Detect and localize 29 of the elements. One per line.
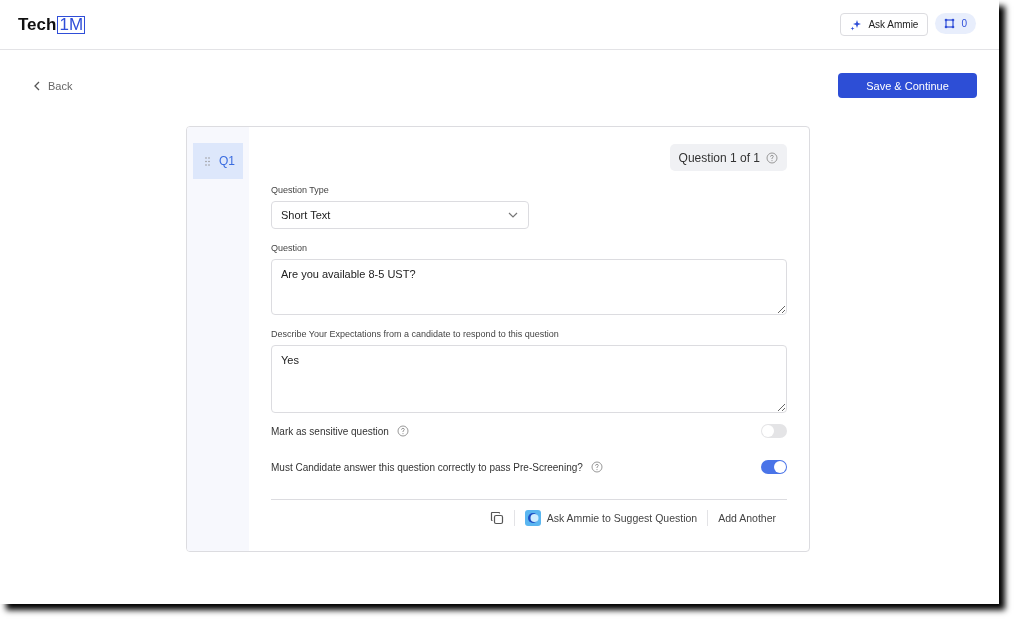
help-icon[interactable] [590, 461, 603, 473]
logo: Tech 1M [18, 14, 86, 35]
ask-ammie-button[interactable]: Ask Ammie [840, 13, 929, 36]
drag-handle-icon[interactable] [205, 156, 210, 166]
suggest-question-link[interactable]: Ask Ammie to Suggest Question [524, 510, 698, 526]
question-tab[interactable]: Q1 [193, 143, 243, 179]
copy-icon[interactable] [489, 511, 504, 525]
field-label: Describe Your Expectations from a candidate to respond to this question [271, 329, 560, 339]
chevron-left-icon [33, 80, 41, 91]
toggle-label: Mark as sensitive question [271, 425, 389, 437]
network-icon [944, 18, 956, 29]
field-label: Question [271, 243, 309, 253]
save-continue-button[interactable]: Save & Continue [838, 73, 977, 98]
sparkle-icon [850, 18, 863, 31]
counter-text: Question 1 of 1 [678, 150, 760, 165]
credits-button[interactable]: 0 [935, 13, 976, 34]
question-input[interactable]: Are you available 8-5 UST? [271, 259, 787, 315]
ammie-logo-icon [524, 510, 541, 526]
help-icon[interactable] [766, 151, 778, 164]
toggle-label: Must Candidate answer this question correctly to pass Pre-Screening? [271, 461, 583, 473]
back-link[interactable]: Back [33, 79, 73, 92]
add-another-link[interactable]: Add Another [718, 512, 776, 524]
expectations-input[interactable]: Yes [271, 345, 787, 413]
help-icon[interactable] [396, 425, 409, 437]
question-type-dropdown[interactable]: Short Text [271, 201, 529, 229]
chevron-down-icon [508, 212, 518, 218]
toggle-switch[interactable] [761, 424, 787, 438]
toggle-switch[interactable] [761, 460, 787, 474]
field-label: Question Type [271, 185, 330, 195]
